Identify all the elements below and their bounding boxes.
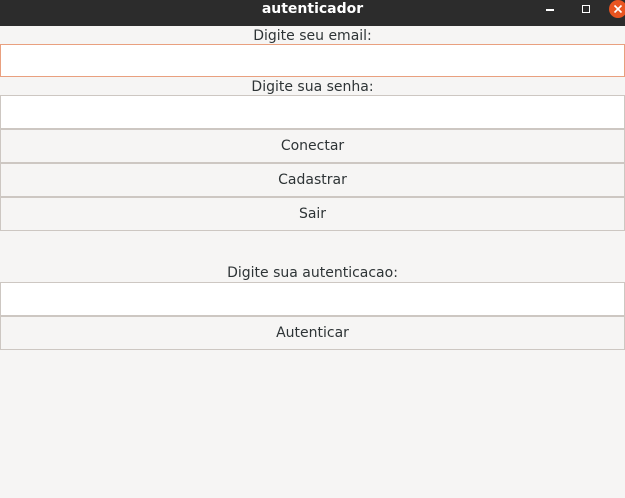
window-title: autenticador xyxy=(261,1,364,17)
close-icon xyxy=(613,4,623,14)
close-button[interactable] xyxy=(609,0,625,18)
authenticate-button[interactable]: Autenticar xyxy=(0,316,625,350)
email-field[interactable] xyxy=(0,44,625,77)
password-label: Digite sua senha: xyxy=(251,79,374,95)
title-bar: autenticador xyxy=(0,0,625,26)
exit-button[interactable]: Sair xyxy=(0,197,625,231)
authentication-field[interactable] xyxy=(0,282,625,316)
authentication-label: Digite sua autenticacao: xyxy=(227,265,398,281)
minimize-button[interactable] xyxy=(539,0,561,18)
email-label: Digite seu email: xyxy=(253,28,372,44)
maximize-icon xyxy=(582,5,590,13)
password-field[interactable] xyxy=(0,95,625,129)
register-button[interactable]: Cadastrar xyxy=(0,163,625,197)
maximize-button[interactable] xyxy=(575,0,597,18)
connect-button[interactable]: Conectar xyxy=(0,129,625,163)
minimize-icon xyxy=(546,9,554,11)
